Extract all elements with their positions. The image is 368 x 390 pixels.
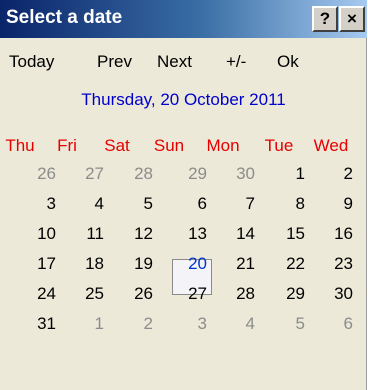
week-row: 26 27 28 29 30 1 2: [0, 162, 367, 192]
weekday-header: Wed: [313, 136, 349, 155]
week-row: 31 1 2 3 4 5 6: [0, 312, 367, 342]
day-cell[interactable]: 28: [113, 162, 153, 192]
day-cell[interactable]: 17: [16, 252, 56, 282]
weekday-header: Thu: [5, 136, 35, 155]
date-picker-window: Select a date ? × Today Prev Next +/- Ok…: [0, 0, 367, 390]
week-row: 3456789: [0, 192, 367, 222]
today-button[interactable]: Today: [9, 52, 54, 72]
day-cell[interactable]: 1: [64, 312, 104, 342]
day-cell[interactable]: 25: [64, 282, 104, 312]
prev-button[interactable]: Prev: [97, 52, 132, 72]
day-cell[interactable]: 30: [215, 162, 255, 192]
day-cell[interactable]: 7: [215, 192, 255, 222]
current-date-label: Thursday, 20 October 2011: [81, 90, 286, 109]
day-cell[interactable]: 29: [167, 162, 207, 192]
day-cell[interactable]: 6: [167, 192, 207, 222]
day-cell[interactable]: 5: [113, 192, 153, 222]
help-button[interactable]: ?: [312, 6, 338, 32]
weekday-header: Tue: [264, 136, 294, 155]
day-cell[interactable]: 28: [215, 282, 255, 312]
day-cell[interactable]: 3: [16, 192, 56, 222]
day-cell[interactable]: 11: [64, 222, 104, 252]
weekday-header: Fri: [57, 136, 77, 155]
day-cell[interactable]: 1: [265, 162, 305, 192]
week-row: 17 18 19 20 21 22 23: [0, 252, 367, 282]
day-cell[interactable]: 6: [313, 312, 353, 342]
window-title: Select a date: [6, 7, 123, 28]
day-cell[interactable]: 5: [265, 312, 305, 342]
day-cell[interactable]: 18: [64, 252, 104, 282]
day-cell[interactable]: 23: [313, 252, 353, 282]
day-cell[interactable]: 13: [167, 222, 207, 252]
day-cell[interactable]: 16: [313, 222, 353, 252]
day-cell[interactable]: 21: [215, 252, 255, 282]
next-button[interactable]: Next: [157, 52, 192, 72]
day-cell[interactable]: 26: [113, 282, 153, 312]
toolbar: Today Prev Next +/- Ok: [0, 52, 366, 76]
day-cell[interactable]: 19: [113, 252, 153, 282]
title-bar[interactable]: Select a date ? ×: [0, 0, 367, 38]
day-cell[interactable]: 10: [16, 222, 56, 252]
ok-button[interactable]: Ok: [277, 52, 299, 72]
day-cell[interactable]: 2: [313, 162, 353, 192]
day-cell[interactable]: 4: [64, 192, 104, 222]
weekday-header: Sat: [104, 136, 130, 155]
day-cell[interactable]: 9: [313, 192, 353, 222]
week-row: 24 25 26 27 28 29 30: [0, 282, 367, 312]
day-cell[interactable]: 15: [265, 222, 305, 252]
day-cell[interactable]: 27: [64, 162, 104, 192]
day-cell[interactable]: 24: [16, 282, 56, 312]
day-cell[interactable]: 31: [16, 312, 56, 342]
day-cell[interactable]: 26: [16, 162, 56, 192]
day-cell[interactable]: 30: [313, 282, 353, 312]
day-cell[interactable]: 29: [265, 282, 305, 312]
day-cell[interactable]: 12: [113, 222, 153, 252]
weekday-header: Sun: [153, 136, 185, 155]
day-cell[interactable]: 3: [167, 312, 207, 342]
weekday-header-row: Thu Fri Sat Sun Mon Tue Wed: [0, 134, 367, 164]
day-cell[interactable]: 2: [113, 312, 153, 342]
day-cell[interactable]: 22: [265, 252, 305, 282]
weekday-header: Mon: [206, 136, 240, 155]
day-cell[interactable]: 14: [215, 222, 255, 252]
day-cell[interactable]: 4: [215, 312, 255, 342]
selected-day-cell[interactable]: 20: [167, 252, 207, 282]
close-button[interactable]: ×: [339, 6, 365, 32]
day-cell[interactable]: 27: [167, 282, 207, 312]
plus-minus-button[interactable]: +/-: [226, 52, 246, 72]
week-row: 10 11 12 13 14 15 16: [0, 222, 367, 252]
day-cell[interactable]: 8: [265, 192, 305, 222]
